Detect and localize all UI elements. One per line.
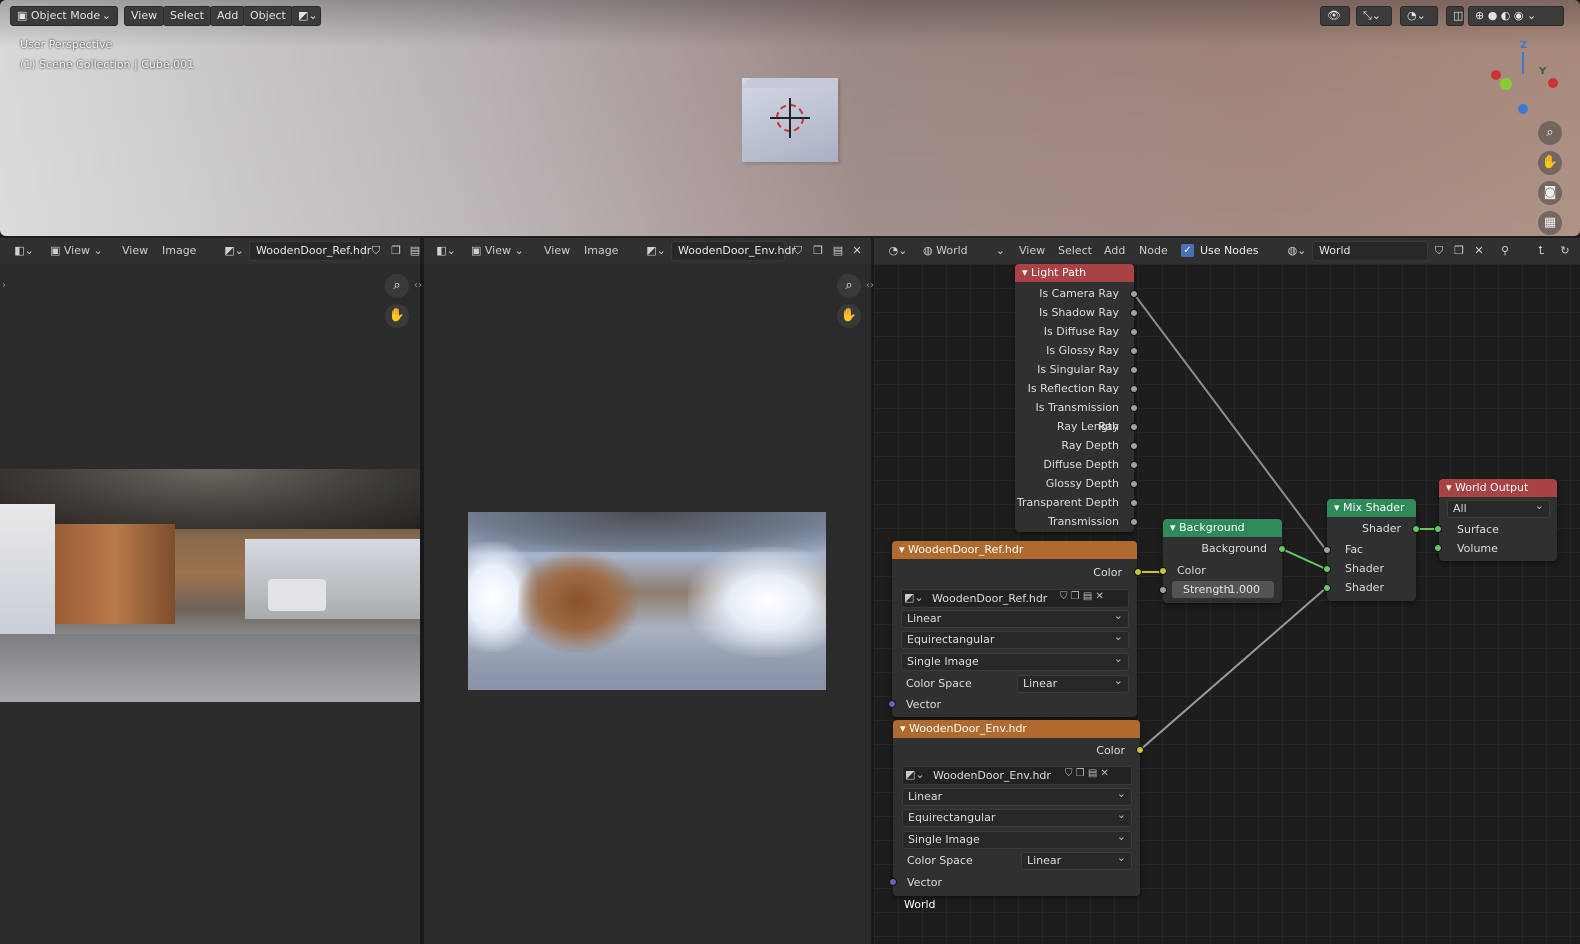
socket-mix-shader1-in[interactable]: [1323, 565, 1331, 573]
node-links: [1133, 293, 1438, 751]
image-browse-icon[interactable]: ◩⌄: [905, 768, 925, 781]
env-texture-ref-node[interactable]: ▾ WoodenDoor_Ref.hdr Color WoodenDoor_Re…: [892, 541, 1137, 717]
socket-bg-out[interactable]: [1278, 545, 1286, 553]
color-output-label: Color: [1096, 744, 1125, 757]
output-socket-label: Transmission Depth: [1047, 515, 1119, 528]
light-path-output-socket[interactable]: [1130, 442, 1138, 450]
node-header[interactable]: ▾ WoodenDoor_Env.hdr: [893, 720, 1140, 738]
color-output-label: Color: [1093, 566, 1122, 579]
node-tree-name-label: World: [904, 898, 936, 911]
projection-dropdown[interactable]: Equirectangular: [902, 807, 1132, 827]
world-output-node[interactable]: ▾ World Output All Surface Volume: [1439, 479, 1557, 561]
background-output-label: Background: [1201, 542, 1267, 555]
light-path-output-socket[interactable]: [1130, 309, 1138, 317]
light-path-output-socket[interactable]: [1130, 385, 1138, 393]
light-path-output-socket[interactable]: [1130, 404, 1138, 412]
color-space-dropdown[interactable]: Linear: [1017, 673, 1129, 693]
socket-mix-fac-in[interactable]: [1323, 546, 1331, 554]
color-space-label: Color Space: [906, 677, 972, 690]
light-path-outputs: Is Camera Ray Is Shadow Ray Is Diffuse R…: [1015, 282, 1134, 531]
vector-input-label: Vector: [907, 876, 943, 889]
source-dropdown[interactable]: Single Image: [901, 651, 1129, 671]
output-socket-label: Diffuse Depth: [1043, 458, 1119, 471]
light-path-output-socket[interactable]: [1130, 499, 1138, 507]
color-input-label: Color: [1177, 564, 1206, 577]
datablock-icons[interactable]: ⛉ ❐ ▤ ✕: [1060, 591, 1104, 602]
volume-input-label: Volume: [1457, 542, 1498, 555]
output-socket-label: Is Shadow Ray: [1038, 306, 1119, 319]
target-dropdown[interactable]: All: [1447, 498, 1550, 518]
socket-ref-color-out[interactable]: [1134, 568, 1142, 576]
node-header[interactable]: ▾ Background: [1163, 519, 1282, 537]
output-socket-label: Is Camera Ray: [1039, 287, 1119, 300]
light-path-node[interactable]: ▾ Light Path Is Camera Ray Is Shadow Ray…: [1015, 264, 1134, 532]
link-env-color-to-shader2: [1139, 587, 1327, 751]
socket-mix-out[interactable]: [1412, 525, 1420, 533]
shader-input-label: Shader: [1345, 581, 1384, 594]
color-space-dropdown[interactable]: Linear: [1021, 850, 1132, 870]
socket-volume-in[interactable]: [1434, 544, 1442, 552]
light-path-output-socket[interactable]: [1130, 366, 1138, 374]
source-dropdown[interactable]: Single Image: [902, 829, 1132, 849]
collapse-arrow-icon[interactable]: ▾: [1334, 501, 1343, 514]
node-header[interactable]: ▾ World Output: [1439, 479, 1557, 497]
socket-bg-color-in[interactable]: [1159, 567, 1167, 575]
output-socket-label: Is Singular Ray: [1037, 363, 1119, 376]
strength-field[interactable]: Strength 1.000: [1172, 581, 1274, 598]
shader-input-label: Shader: [1345, 562, 1384, 575]
collapse-arrow-icon[interactable]: ▾: [899, 543, 908, 556]
mix-shader-node[interactable]: ▾ Mix Shader Shader Fac Shader Shader: [1327, 499, 1416, 601]
light-path-output-socket[interactable]: [1130, 480, 1138, 488]
vector-input-label: Vector: [906, 698, 942, 711]
output-socket-label: Ray Depth: [1061, 439, 1119, 452]
output-socket-label: Is Glossy Ray: [1046, 344, 1119, 357]
color-space-label: Color Space: [907, 854, 973, 867]
collapse-arrow-icon[interactable]: ▾: [900, 722, 909, 735]
background-node[interactable]: ▾ Background Background Color Strength 1…: [1163, 519, 1282, 603]
socket-env-vector-in[interactable]: [889, 878, 897, 886]
node-header[interactable]: ▾ Light Path: [1015, 264, 1134, 282]
socket-bg-strength-in[interactable]: [1159, 586, 1167, 594]
projection-dropdown[interactable]: Equirectangular: [901, 629, 1129, 649]
interpolation-dropdown[interactable]: Linear: [901, 608, 1129, 628]
light-path-output-socket[interactable]: [1130, 328, 1138, 336]
light-path-output-socket[interactable]: [1130, 423, 1138, 431]
light-path-output-socket[interactable]: [1130, 461, 1138, 469]
env-texture-env-node[interactable]: ▾ WoodenDoor_Env.hdr Color WoodenDoor_En…: [893, 720, 1140, 896]
socket-env-color-out[interactable]: [1136, 746, 1144, 754]
datablock-icons[interactable]: ⛉ ❐ ▤ ✕: [1065, 768, 1109, 779]
fac-input-label: Fac: [1345, 543, 1364, 556]
output-socket-label: Is Transmission Ray: [1035, 401, 1119, 433]
image-browse-icon[interactable]: ◩⌄: [904, 591, 924, 604]
interpolation-dropdown[interactable]: Linear: [902, 786, 1132, 806]
node-header[interactable]: ▾ WoodenDoor_Ref.hdr: [892, 541, 1137, 559]
link-bg-to-shader1: [1281, 548, 1327, 570]
surface-input-label: Surface: [1457, 523, 1499, 536]
collapse-arrow-icon[interactable]: ▾: [1446, 481, 1455, 494]
light-path-output-socket[interactable]: [1130, 290, 1138, 298]
collapse-arrow-icon[interactable]: ▾: [1170, 521, 1179, 534]
socket-surface-in[interactable]: [1434, 525, 1442, 533]
output-socket-label: Glossy Depth: [1045, 477, 1119, 490]
socket-ref-vector-in[interactable]: [888, 700, 896, 708]
shader-output-label: Shader: [1362, 522, 1401, 535]
link-camera-ray-to-fac: [1133, 293, 1327, 551]
output-socket-label: Is Diffuse Ray: [1043, 325, 1119, 338]
collapse-arrow-icon[interactable]: ▾: [1022, 266, 1031, 279]
output-socket-label: Ray Length: [1056, 420, 1119, 433]
node-header[interactable]: ▾ Mix Shader: [1327, 499, 1416, 517]
output-socket-label: Is Reflection Ray: [1027, 382, 1119, 395]
light-path-output-socket[interactable]: [1130, 518, 1138, 526]
socket-mix-shader2-in[interactable]: [1323, 584, 1331, 592]
output-socket-label: Transparent Depth: [1016, 496, 1119, 509]
light-path-output-socket[interactable]: [1130, 347, 1138, 355]
